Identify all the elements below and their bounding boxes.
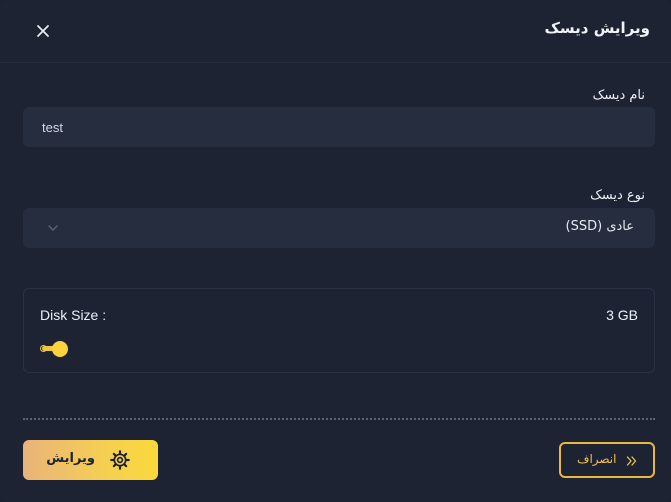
chevron-down-icon [48,225,58,231]
disk-size-label: Disk Size : [40,307,107,323]
disk-type-label: نوع دیسک [590,188,645,203]
save-button[interactable]: ویرایش [23,440,158,480]
slider-thumb[interactable] [51,341,68,357]
footer-divider [23,418,655,420]
dialog-title: ویرایش دیسک [544,19,650,37]
dialog-header: ویرایش دیسک [0,0,671,63]
disk-name-input[interactable] [23,107,655,147]
disk-name-label: نام دیسک [592,88,645,103]
cancel-button-label: انصراف [577,452,617,466]
edit-disk-dialog: ویرایش دیسک نام دیسک نوع دیسک عادی (SSD)… [0,0,671,502]
close-icon [37,25,49,37]
disk-type-selected-value: عادی (SSD) [565,219,634,234]
gear-icon [110,450,130,470]
double-chevron-right-icon [626,456,637,466]
disk-size-card: Disk Size : 3 GB [23,288,655,373]
disk-size-slider[interactable] [40,341,638,357]
close-button[interactable] [33,21,53,41]
cancel-button[interactable]: انصراف [559,442,655,478]
disk-size-value: 3 GB [606,307,638,323]
save-button-label: ویرایش [46,451,95,466]
disk-type-select[interactable]: عادی (SSD) [23,208,655,248]
